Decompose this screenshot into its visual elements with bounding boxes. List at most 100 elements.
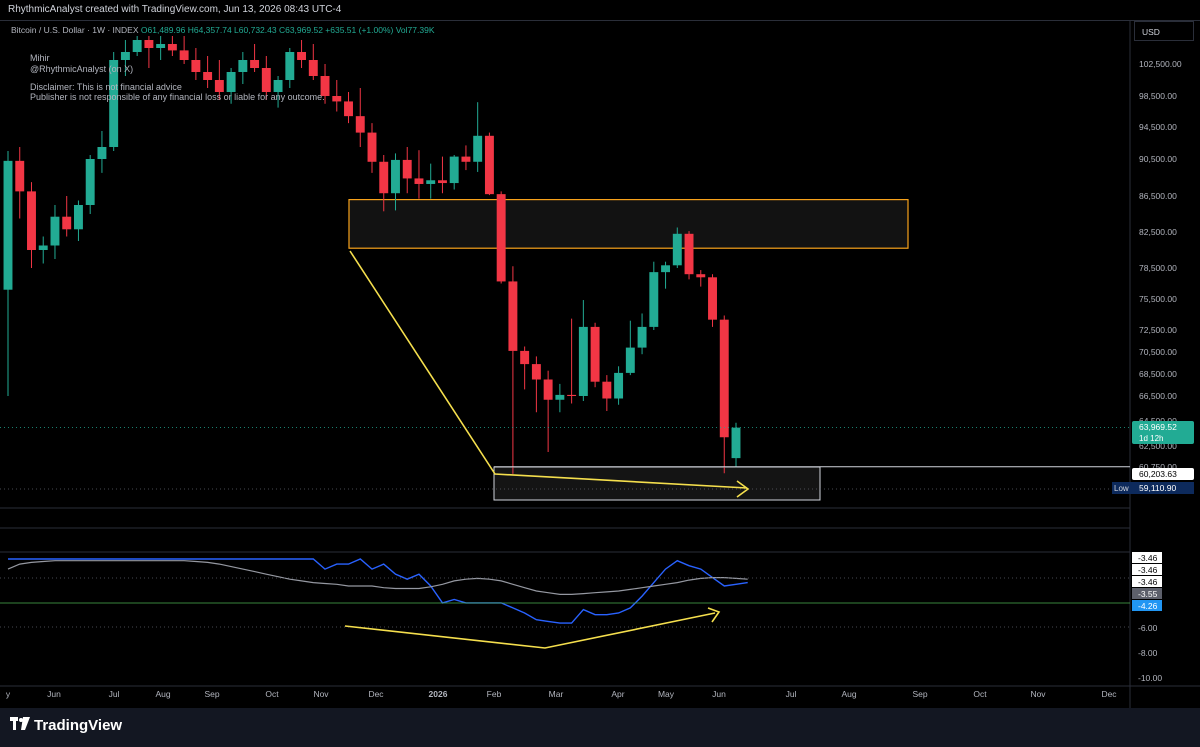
divergence-arrow — [344, 612, 716, 649]
candle-body — [297, 52, 307, 60]
candle-body — [156, 44, 166, 48]
candle-body — [684, 233, 694, 275]
author-name: Mihir — [30, 53, 50, 63]
candle-body — [567, 394, 577, 396]
x-tick-label: Aug — [155, 689, 170, 699]
candle-body — [672, 233, 682, 266]
grid — [0, 20, 1200, 708]
x-tick-label: Sep — [912, 689, 927, 699]
ohlc-legend: Bitcoin / U.S. Dollar · 1W · INDEX O61,4… — [11, 25, 435, 35]
x-tick-label: Jun — [47, 689, 61, 699]
candle-body — [50, 216, 60, 246]
time-axis: y Jun Jul Aug Sep Oct Nov Dec 2026 Feb Mar Apr May Ju… — [6, 689, 1117, 699]
resistance-zone — [348, 199, 909, 249]
x-tick-label: Jul — [109, 689, 120, 699]
x-tick-label: Jun — [712, 689, 726, 699]
oscillator-average-line — [7, 560, 748, 596]
author-note: Mihir @RhythmicAnalyst (on X) — [30, 53, 133, 75]
candle-body — [132, 40, 142, 52]
low-tag-label: Low — [1114, 484, 1129, 493]
y-tick-label: 94,500.00 — [1139, 122, 1177, 132]
disclaimer-line-2: Publisher is not responsible of any fina… — [30, 92, 325, 102]
tradingview-logo[interactable]: TradingView — [10, 717, 122, 734]
candle-body — [461, 156, 471, 162]
osc-tick-label: -4.26 — [1138, 601, 1158, 611]
candle-body — [449, 156, 459, 184]
candle-body — [367, 132, 377, 162]
y-tick-label: 86,500.00 — [1139, 191, 1177, 201]
candle-body — [637, 326, 647, 348]
candle-body — [15, 160, 25, 192]
x-tick-label: Jul — [786, 689, 797, 699]
osc-tick-label: -10.00 — [1138, 673, 1162, 683]
candle-body — [426, 180, 436, 184]
x-tick-label: Nov — [313, 689, 329, 699]
candle-body — [708, 277, 717, 320]
author-handle: @RhythmicAnalyst (on X) — [30, 64, 134, 74]
x-tick-label: Aug — [841, 689, 856, 699]
candle-body — [308, 60, 318, 76]
candle-body — [73, 205, 83, 230]
candle-body — [402, 159, 412, 179]
footer-bar — [0, 708, 1200, 747]
candle-body — [649, 272, 659, 327]
osc-tick-label: -3.55 — [1138, 589, 1158, 599]
candle-body — [179, 50, 189, 60]
disclaimer-note: Disclaimer: This is not financial advice… — [30, 82, 325, 102]
candle-body — [144, 40, 154, 48]
low-price-label: 59,110.90 — [1139, 483, 1176, 493]
change-value: +635.51 (+1.00%) — [325, 25, 394, 35]
chart-canvas[interactable]: 102,500.00 98,500.00 94,500.00 90,500.00 86,… — [0, 0, 1200, 708]
volume-value: Vol77.39K — [395, 25, 435, 35]
countdown-label: 1d 12h — [1139, 434, 1163, 443]
x-tick-label: Oct — [973, 689, 987, 699]
current-price-label: 63,969.52 — [1139, 422, 1177, 432]
tradingview-mark-icon — [10, 717, 30, 734]
y-tick-label: 98,500.00 — [1139, 91, 1177, 101]
candle-body — [484, 135, 494, 195]
y-tick-label: 72,500.00 — [1139, 325, 1177, 335]
candle-body — [508, 281, 518, 351]
candle-body — [590, 326, 600, 382]
candle-body — [38, 245, 48, 250]
osc-tick-label: -3.46 — [1138, 577, 1158, 587]
candle-body — [97, 147, 107, 159]
tradingview-wordmark: TradingView — [34, 717, 123, 734]
x-tick-label: Mar — [549, 689, 564, 699]
candle-body — [625, 347, 635, 373]
osc-tick-label: -3.46 — [1138, 553, 1158, 563]
candle-body — [555, 394, 565, 400]
candle-body — [27, 191, 36, 250]
candle-body — [731, 427, 741, 459]
x-tick-label: Dec — [368, 689, 384, 699]
symbol-label: Bitcoin / U.S. Dollar · 1W · INDEX — [11, 25, 139, 35]
candle-body — [473, 135, 483, 162]
y-tick-label: 90,500.00 — [1139, 154, 1177, 164]
candle-body — [531, 364, 541, 380]
candle-body — [332, 96, 342, 102]
x-tick-label: Feb — [487, 689, 502, 699]
candle-body — [344, 101, 353, 117]
candle-body — [355, 116, 365, 133]
low-value: L60,732.43 — [234, 25, 277, 35]
candle-body — [520, 350, 530, 365]
candle-body — [391, 159, 400, 194]
candle-body — [614, 372, 624, 399]
candle-body — [250, 60, 260, 68]
x-tick-label: Dec — [1101, 689, 1117, 699]
candle-body — [719, 319, 729, 438]
y-tick-label: 75,500.00 — [1139, 294, 1177, 304]
candle-body — [414, 178, 424, 184]
candle-body — [379, 161, 389, 194]
y-tick-label: 102,500.00 — [1139, 59, 1182, 69]
candle-body — [602, 381, 612, 399]
candle-body — [191, 60, 201, 72]
candle-body — [167, 44, 177, 51]
y-tick-label: 82,500.00 — [1139, 227, 1177, 237]
candle-body — [285, 52, 295, 80]
currency-selector[interactable]: USD — [1134, 21, 1194, 41]
x-tick-label: May — [658, 689, 675, 699]
x-tick-label: Apr — [611, 689, 624, 699]
y-tick-label: 68,500.00 — [1139, 369, 1177, 379]
price-axis: 102,500.00 98,500.00 94,500.00 90,500.00 86,… — [1112, 59, 1194, 683]
